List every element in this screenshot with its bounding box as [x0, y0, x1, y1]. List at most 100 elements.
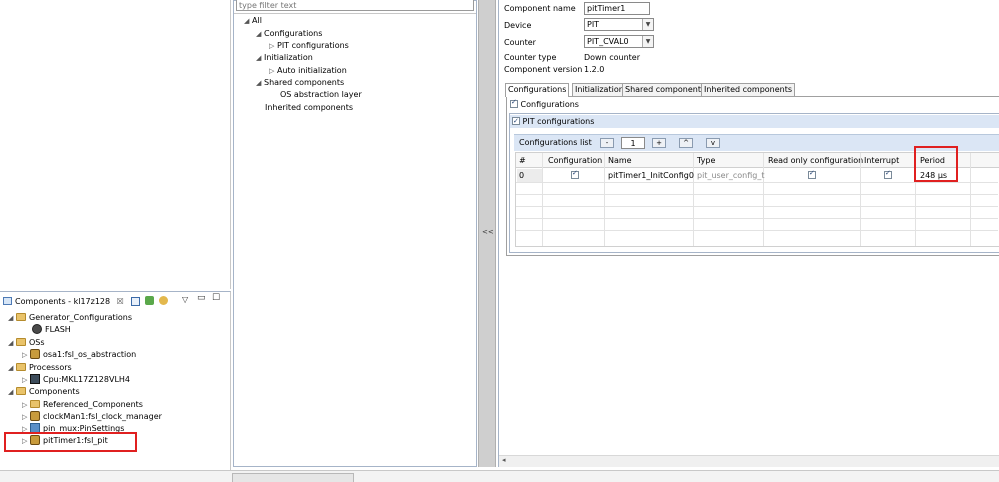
- tab-inherited-components[interactable]: Inherited components: [701, 83, 796, 96]
- collapse-all-icon[interactable]: [131, 297, 140, 306]
- col-header-index[interactable]: #: [519, 154, 526, 167]
- tree-item-label: Processors: [29, 363, 72, 372]
- pit-section-checkbox[interactable]: [512, 115, 520, 128]
- configurations-checkbox-row[interactable]: Configurations: [510, 98, 579, 109]
- column-separator: [763, 153, 764, 246]
- tab-configurations[interactable]: Configurations: [505, 83, 570, 97]
- pit-section-header[interactable]: PIT configurations: [510, 115, 999, 128]
- expand-icon[interactable]: ◢: [8, 386, 16, 398]
- device-label: Device: [504, 21, 532, 30]
- collapsed-icon[interactable]: ▷: [22, 411, 30, 423]
- component-icon: [30, 411, 40, 421]
- move-up-button[interactable]: ^: [679, 138, 693, 148]
- bottom-strip: [0, 470, 999, 482]
- tree-node-label: Inherited components: [265, 103, 354, 112]
- filter-input[interactable]: [236, 0, 474, 11]
- tree-item-oss[interactable]: ◢ OSs: [8, 337, 45, 349]
- expand-icon[interactable]: ◢: [244, 15, 252, 27]
- expand-icon[interactable]: ◢: [8, 362, 16, 374]
- move-down-button[interactable]: v: [706, 138, 720, 148]
- col-header-name[interactable]: Name: [608, 154, 632, 167]
- row-configuration-checkbox[interactable]: [571, 169, 579, 180]
- configurations-checkbox[interactable]: [510, 98, 518, 108]
- row-interrupt-checkbox[interactable]: [884, 169, 892, 180]
- components-view-tab[interactable]: Components - kl17z128 ☒: [3, 295, 124, 308]
- tree-node-initialization[interactable]: ◢ Initialization: [256, 52, 313, 64]
- tree-node-label: PIT configurations: [277, 41, 349, 50]
- config-list-label: Configurations list: [519, 138, 592, 147]
- highlight-box-period: [914, 146, 958, 182]
- generate-code-icon[interactable]: [145, 296, 154, 305]
- collapsed-icon[interactable]: ▷: [22, 399, 30, 411]
- chevron-down-icon[interactable]: ▼: [642, 36, 653, 47]
- col-header-configuration[interactable]: Configuration: [548, 154, 602, 167]
- column-separator: [542, 153, 543, 246]
- maximize-icon[interactable]: ☐: [212, 293, 220, 303]
- tree-item-cpu[interactable]: ▷ Cpu:MKL17Z128VLH4: [22, 374, 130, 386]
- row-name[interactable]: pitTimer1_InitConfig0: [608, 170, 694, 182]
- tree-item-label: Generator_Configurations: [29, 313, 133, 322]
- expand-icon[interactable]: ◢: [256, 77, 264, 89]
- scroll-left-icon[interactable]: ◂: [502, 456, 506, 464]
- splitter[interactable]: <<: [478, 0, 496, 467]
- close-icon[interactable]: ☒: [117, 297, 124, 306]
- filter-tree-panel: ◢All ◢Configurations ▷PIT configurations…: [233, 0, 477, 467]
- tree-node-pit-configurations[interactable]: ▷ PIT configurations: [269, 40, 349, 52]
- tree-item-components[interactable]: ◢ Components: [8, 386, 80, 398]
- expand-icon[interactable]: ◢: [256, 28, 264, 40]
- tree-item-label: Components: [29, 387, 80, 396]
- configurations-checkbox-label: Configurations: [520, 100, 579, 109]
- col-header-read-only[interactable]: Read only configuration: [768, 154, 863, 167]
- remove-config-button[interactable]: -: [600, 138, 614, 148]
- tree-item-label: Cpu:MKL17Z128VLH4: [43, 375, 130, 384]
- folder-icon: [16, 338, 26, 346]
- chevron-down-icon[interactable]: ▼: [642, 19, 653, 30]
- link-editor-icon[interactable]: [159, 296, 168, 305]
- pit-section-label: PIT configurations: [522, 117, 595, 126]
- counter-select[interactable]: PIT_CVAL0 ▼: [584, 35, 654, 48]
- tree-item-referenced-components[interactable]: ▷ Referenced_Components: [22, 399, 143, 411]
- tree-node-all[interactable]: ◢ All: [244, 15, 262, 27]
- counter-type-label: Counter type: [504, 53, 557, 62]
- row-index: 0: [519, 171, 525, 180]
- config-count-field[interactable]: 1: [621, 137, 645, 149]
- tree-node-os-abstraction-layer[interactable]: OS abstraction layer: [280, 89, 362, 101]
- tree-node-shared-components[interactable]: ◢ Shared components: [256, 77, 344, 89]
- tree-item-processors[interactable]: ◢ Processors: [8, 362, 72, 374]
- tree-item-flash[interactable]: FLASH: [32, 324, 71, 336]
- tree-item-clockman[interactable]: ▷ clockMan1:fsl_clock_manager: [22, 411, 162, 423]
- folder-icon: [16, 363, 26, 371]
- tab-initialization[interactable]: Initialization: [572, 83, 627, 96]
- device-select[interactable]: PIT ▼: [584, 18, 654, 31]
- tree-item-osa[interactable]: ▷ osa1:fsl_os_abstraction: [22, 349, 136, 361]
- expand-icon[interactable]: ◢: [8, 337, 16, 349]
- col-header-interrupt[interactable]: Interrupt: [864, 154, 899, 167]
- expand-icon[interactable]: ◢: [8, 312, 16, 324]
- view-menu-icon[interactable]: ▽: [182, 295, 188, 304]
- collapse-panel-button[interactable]: <<: [482, 228, 494, 236]
- tree-item-generator-configurations[interactable]: ◢ Generator_Configurations: [8, 312, 132, 324]
- tree-node-configurations[interactable]: ◢ Configurations: [256, 28, 322, 40]
- component-name-field[interactable]: pitTimer1: [584, 2, 650, 15]
- collapsed-icon[interactable]: ▷: [22, 349, 30, 361]
- collapsed-icon[interactable]: ▷: [269, 40, 277, 52]
- row-separator: [516, 230, 998, 231]
- folder-icon: [30, 400, 40, 408]
- collapsed-icon[interactable]: ▷: [22, 374, 30, 386]
- col-header-type[interactable]: Type: [697, 154, 715, 167]
- counter-type-value: Down counter: [584, 53, 640, 62]
- minimize-icon[interactable]: ▭: [197, 293, 206, 303]
- tree-node-inherited-components[interactable]: Inherited components: [265, 102, 353, 114]
- component-name-label: Component name: [504, 4, 576, 13]
- tree-node-label: Shared components: [264, 78, 345, 87]
- tree-item-label: FLASH: [45, 325, 71, 334]
- tree-node-auto-initialization[interactable]: ▷ Auto initialization: [269, 65, 347, 77]
- counter-value: PIT_CVAL0: [587, 37, 629, 46]
- add-config-button[interactable]: +: [652, 138, 666, 148]
- expand-icon[interactable]: ◢: [256, 52, 264, 64]
- horizontal-scrollbar[interactable]: ◂: [499, 455, 999, 467]
- tab-shared-components[interactable]: Shared components: [622, 83, 709, 96]
- row-read-only-checkbox[interactable]: [808, 169, 816, 180]
- column-separator: [693, 153, 694, 246]
- collapsed-icon[interactable]: ▷: [269, 65, 277, 77]
